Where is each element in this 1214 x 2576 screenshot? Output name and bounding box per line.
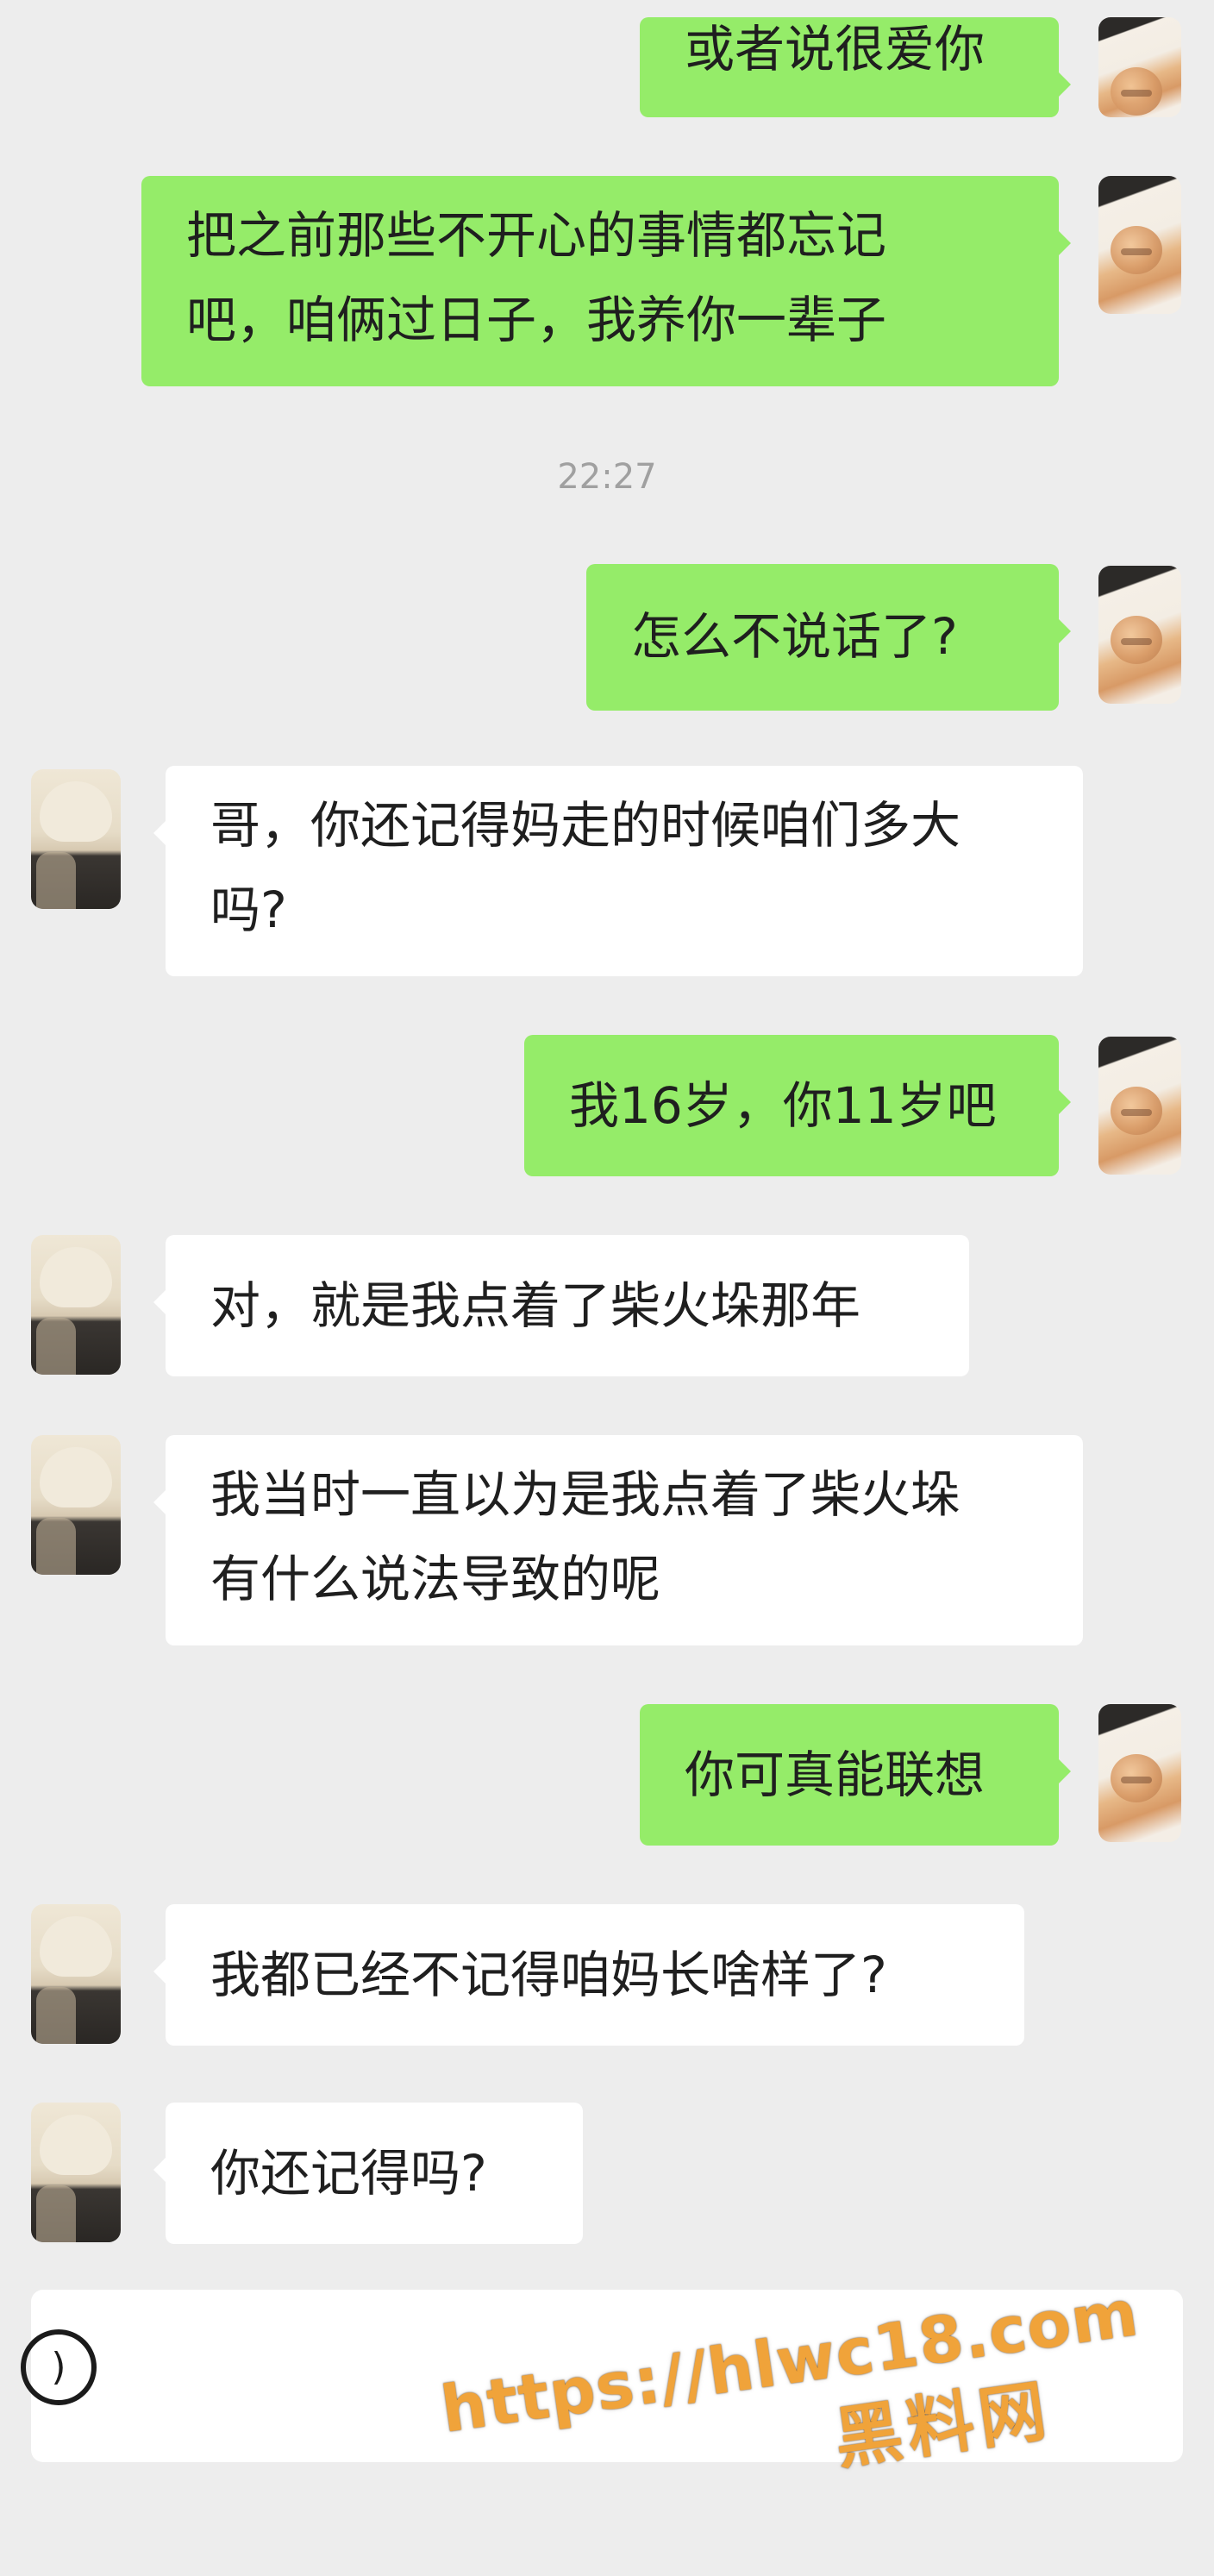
avatar-other[interactable] bbox=[31, 769, 121, 909]
message-text: 对，就是我点着了柴火垛那年 bbox=[210, 1276, 861, 1335]
message-text: 怎么不说话了? bbox=[631, 607, 958, 666]
chat-timestamp: 22:27 bbox=[557, 457, 657, 497]
chat-view: 或者说很爱你 把之前那些不开心的事情都忘记 吧，咱俩过日子，我养你一辈子 22:… bbox=[0, 0, 1214, 2491]
message-text: 或者说很爱你 bbox=[685, 20, 986, 78]
message-text: 我16岁，你11岁吧 bbox=[569, 1076, 997, 1135]
message-text: 你还记得吗? bbox=[210, 2144, 487, 2203]
voice-icon[interactable]: ) bbox=[21, 2329, 97, 2405]
avatar-other[interactable] bbox=[31, 1235, 121, 1375]
avatar-other[interactable] bbox=[31, 1904, 121, 2044]
avatar-other[interactable] bbox=[31, 2103, 121, 2242]
message-row-me: 怎么不说话了? bbox=[0, 564, 1214, 711]
message-bubble-me[interactable]: 你可真能联想 bbox=[640, 1704, 1071, 1846]
avatar-me[interactable] bbox=[1098, 1037, 1181, 1175]
message-row-other: 我都已经不记得咱妈长啥样了? bbox=[0, 1904, 1214, 2046]
message-row-me: 把之前那些不开心的事情都忘记 吧，咱俩过日子，我养你一辈子 bbox=[0, 176, 1214, 386]
message-bubble-other[interactable]: 你还记得吗? bbox=[153, 2103, 583, 2244]
message-bubble-me[interactable]: 或者说很爱你 bbox=[640, 17, 1071, 117]
message-text-line: 哥，你还记得妈走的时候咱们多大 bbox=[210, 796, 961, 855]
message-row-me: 我16岁，你11岁吧 bbox=[0, 1035, 1214, 1176]
message-row-other: 对，就是我点着了柴火垛那年 bbox=[0, 1235, 1214, 1376]
message-bubble-me[interactable]: 怎么不说话了? bbox=[586, 564, 1071, 711]
avatar-me[interactable] bbox=[1098, 1704, 1181, 1842]
message-row-me: 或者说很爱你 bbox=[0, 17, 1214, 121]
message-text: 我都已经不记得咱妈长啥样了? bbox=[210, 1946, 887, 2004]
voice-icon-glyph: ) bbox=[51, 2345, 66, 2389]
avatar-me[interactable] bbox=[1098, 566, 1181, 704]
message-bubble-other[interactable]: 我当时一直以为是我点着了柴火垛 有什么说法导致的呢 bbox=[153, 1435, 1083, 1645]
avatar-me[interactable] bbox=[1098, 176, 1181, 314]
message-bubble-me[interactable]: 我16岁，你11岁吧 bbox=[524, 1035, 1071, 1176]
avatar-me[interactable] bbox=[1098, 17, 1181, 117]
message-bubble-other[interactable]: 对，就是我点着了柴火垛那年 bbox=[153, 1235, 969, 1376]
message-text-line: 我当时一直以为是我点着了柴火垛 bbox=[210, 1465, 961, 1524]
message-text-line: 吗? bbox=[210, 881, 287, 939]
message-row-me: 你可真能联想 bbox=[0, 1704, 1214, 1846]
message-text-line: 吧，咱俩过日子，我养你一辈子 bbox=[186, 291, 887, 349]
message-text-line: 有什么说法导致的呢 bbox=[210, 1550, 661, 1608]
message-text: 你可真能联想 bbox=[685, 1746, 986, 1804]
message-row-other: 哥，你还记得妈走的时候咱们多大 吗? bbox=[0, 766, 1214, 976]
message-row-other: 我当时一直以为是我点着了柴火垛 有什么说法导致的呢 bbox=[0, 1435, 1214, 1645]
avatar-other[interactable] bbox=[31, 1435, 121, 1575]
message-bubble-me[interactable]: 把之前那些不开心的事情都忘记 吧，咱俩过日子，我养你一辈子 bbox=[141, 176, 1071, 386]
message-bubble-other[interactable]: 我都已经不记得咱妈长啥样了? bbox=[153, 1904, 1024, 2046]
message-text-line: 把之前那些不开心的事情都忘记 bbox=[186, 206, 887, 265]
message-bubble-other[interactable]: 哥，你还记得妈走的时候咱们多大 吗? bbox=[153, 766, 1083, 976]
message-row-other: 你还记得吗? bbox=[0, 2103, 1214, 2244]
